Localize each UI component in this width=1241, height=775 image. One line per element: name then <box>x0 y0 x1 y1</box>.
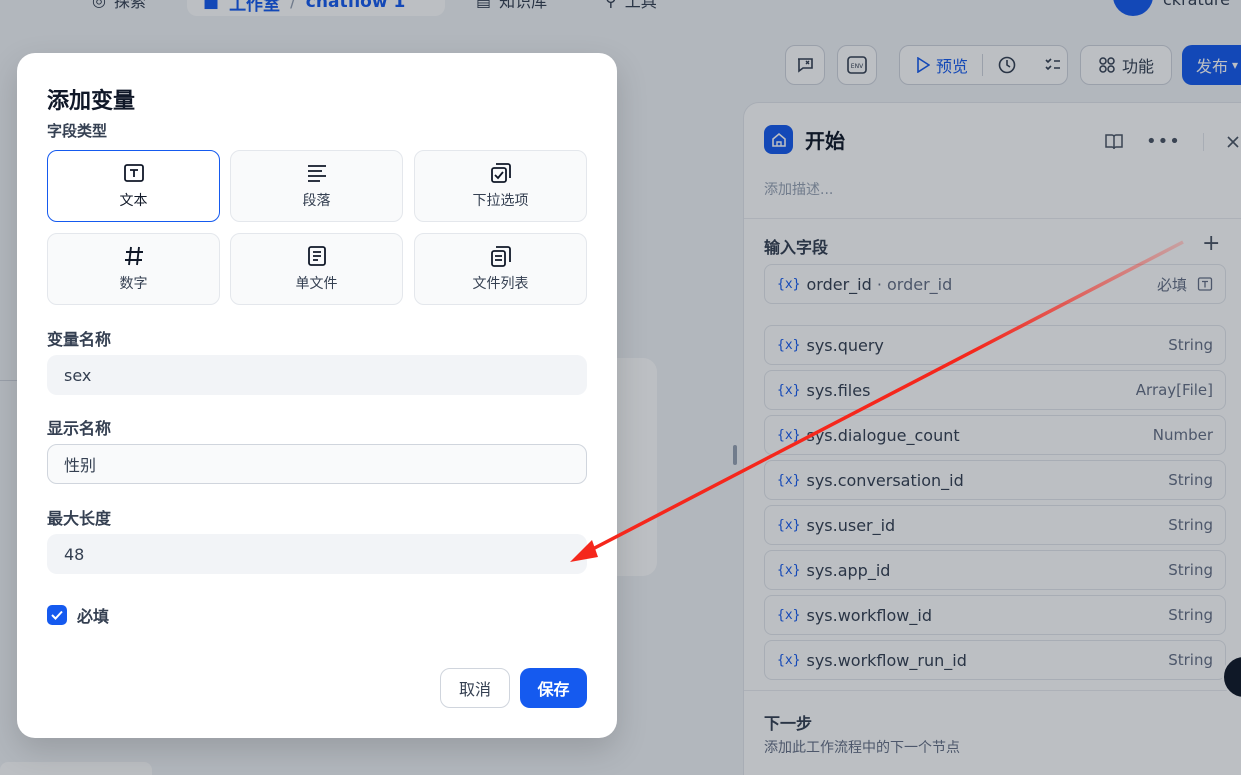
max-length-label: 最大长度 <box>47 509 112 528</box>
type-option-select[interactable]: 下拉选项 <box>414 150 587 222</box>
cancel-button[interactable]: 取消 <box>440 668 510 708</box>
save-button[interactable]: 保存 <box>520 668 587 708</box>
select-icon <box>490 162 512 184</box>
file-list-icon <box>490 245 512 267</box>
field-type-label: 字段类型 <box>47 122 108 140</box>
required-checkbox-row[interactable]: 必填 <box>47 603 109 627</box>
file-icon <box>307 245 327 267</box>
type-option-label: 数字 <box>119 276 148 292</box>
display-name-label: 显示名称 <box>47 419 112 438</box>
variable-name-input[interactable]: sex <box>47 355 587 395</box>
number-icon <box>123 245 145 267</box>
max-length-input[interactable]: 48 <box>47 534 587 574</box>
type-option-file-list[interactable]: 文件列表 <box>414 233 587 305</box>
type-option-label: 单文件 <box>295 276 338 292</box>
modal-title: 添加变量 <box>47 89 136 114</box>
paragraph-icon <box>306 162 328 184</box>
text-icon <box>123 162 145 184</box>
type-option-label: 文本 <box>119 193 148 209</box>
type-option-number[interactable]: 数字 <box>47 233 220 305</box>
check-icon <box>51 610 63 620</box>
type-option-label: 文件列表 <box>472 276 529 292</box>
type-option-text[interactable]: 文本 <box>47 150 220 222</box>
display-name-input[interactable]: 性别 <box>47 444 587 484</box>
variable-name-label: 变量名称 <box>47 330 112 349</box>
type-option-paragraph[interactable]: 段落 <box>230 150 403 222</box>
type-option-label: 段落 <box>302 193 331 209</box>
required-checkbox[interactable] <box>47 605 67 625</box>
add-variable-modal: 添加变量 字段类型 文本 段落 下拉选项 数字 单文件 文件列表 变量名称 se… <box>17 53 617 738</box>
type-option-single-file[interactable]: 单文件 <box>230 233 403 305</box>
required-label: 必填 <box>77 607 110 626</box>
type-option-label: 下拉选项 <box>472 193 529 209</box>
